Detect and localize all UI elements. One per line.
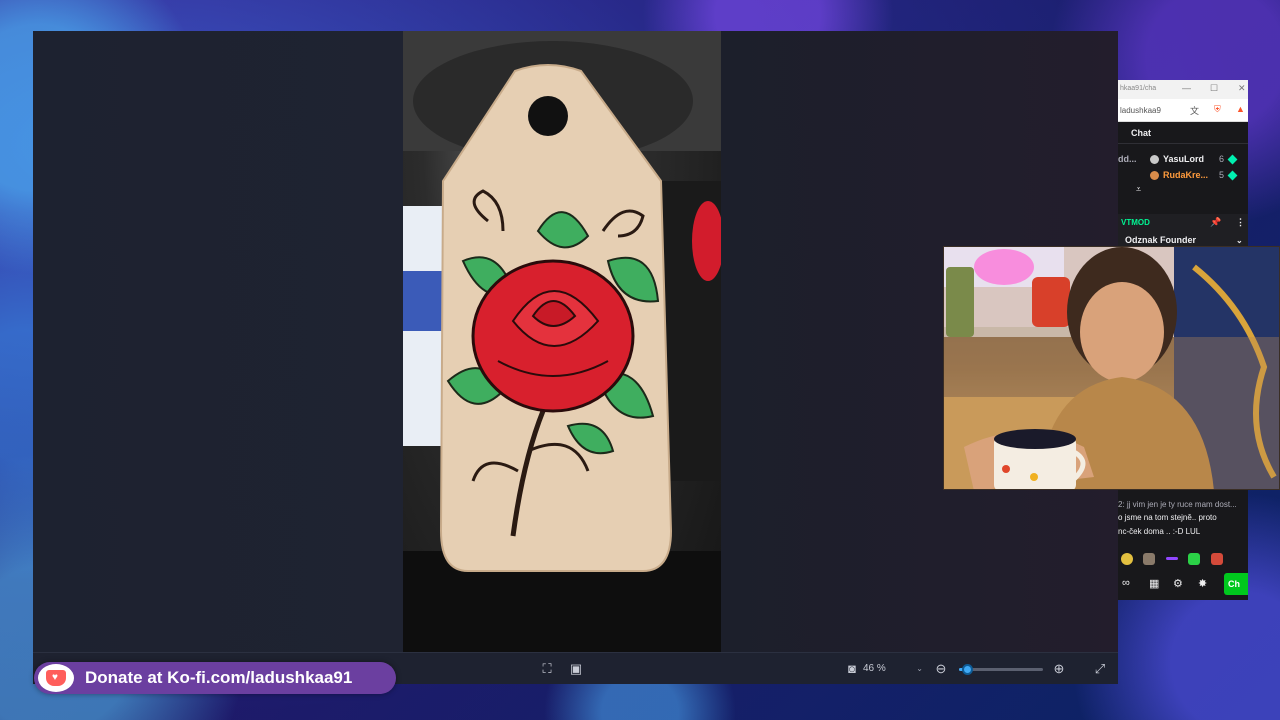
emote-bar: [1121, 550, 1229, 565]
gem-icon: [1227, 170, 1238, 181]
more-options-icon[interactable]: ⋮: [1236, 217, 1245, 228]
chat-title-url: hkaa91/cha: [1120, 85, 1157, 92]
brave-shield-icon[interactable]: ⛨: [1214, 104, 1221, 115]
emote-icon[interactable]: [1143, 552, 1156, 565]
user-list: dd... YasuLord 6 RudaKre... 5 ⩡: [1118, 152, 1248, 196]
fit-screen-icon[interactable]: ⛶: [538, 660, 556, 678]
chat-titlebar: hkaa91/cha — ☐ ✕: [1118, 80, 1248, 99]
user-badge-icon: [1150, 155, 1159, 164]
zoom-in-icon[interactable]: ⊕: [1050, 660, 1068, 678]
zoom-out-icon[interactable]: ⊖: [932, 660, 950, 678]
chat-user-row[interactable]: RudaKre... 5: [1118, 168, 1248, 184]
mod-bar: VTMOD 📌 ⋮: [1118, 214, 1248, 232]
pin-icon[interactable]: 📌: [1210, 217, 1221, 228]
user-name: RudaKre...: [1163, 170, 1209, 180]
close-icon[interactable]: ✕: [1238, 83, 1246, 94]
brave-rewards-icon[interactable]: ▲: [1236, 104, 1245, 114]
gear-icon[interactable]: ⚙: [1173, 577, 1183, 590]
user-prefix: dd...: [1118, 154, 1137, 164]
minimize-icon[interactable]: —: [1182, 83, 1191, 93]
mod-label: VTMOD: [1121, 218, 1150, 227]
chat-address: ladushkaa9: [1120, 106, 1161, 115]
chat-message: 2: jj vim jen je ty ruce mam dost...: [1118, 500, 1237, 509]
collapse-row[interactable]: ⩡: [1118, 184, 1248, 196]
heart-icon: ♥: [52, 672, 58, 683]
chat-send-button[interactable]: Ch: [1224, 573, 1248, 595]
founder-label: Odznak Founder: [1125, 235, 1197, 245]
zoom-select[interactable]: 46 % ⌄: [863, 659, 925, 679]
viewer-backdrop-left: [33, 31, 403, 652]
chat-message: o jsme na tom stejně.. proto: [1118, 513, 1217, 522]
donate-banner[interactable]: ♥ Donate at Ko-fi.com/ladushkaa91: [34, 662, 396, 694]
gift-icon[interactable]: ▦: [1149, 577, 1159, 590]
emote-icon[interactable]: [1165, 557, 1178, 561]
chevron-down-icon: ⌄: [1236, 236, 1243, 245]
translate-icon[interactable]: 文: [1190, 104, 1199, 117]
emote-icon[interactable]: [1210, 552, 1223, 565]
expand-icon[interactable]: ⤢: [1091, 660, 1109, 678]
zoom-value: 46 %: [863, 663, 886, 674]
emote-icon[interactable]: [1121, 552, 1133, 565]
zoom-slider[interactable]: [959, 664, 1043, 675]
photo-keychain-rose: [403, 31, 721, 652]
emote-icon[interactable]: [1188, 552, 1201, 565]
user-count: 5: [1219, 170, 1225, 180]
maximize-icon[interactable]: ☐: [1210, 83, 1218, 94]
link-icon[interactable]: ∞: [1122, 577, 1130, 589]
chat-user-row[interactable]: dd... YasuLord 6: [1118, 152, 1248, 168]
chat-message: nc-ček doma .. :-D LUL: [1118, 527, 1201, 536]
user-name: YasuLord: [1163, 154, 1205, 164]
chat-header: Chat: [1118, 122, 1248, 144]
screenshot-icon[interactable]: ▣: [567, 660, 585, 678]
collapse-icon[interactable]: ⩡: [1136, 184, 1141, 195]
donate-text: Donate at Ko-fi.com/ladushkaa91: [85, 668, 353, 687]
gem-icon: [1227, 154, 1238, 165]
kofi-icon: ♥: [38, 664, 74, 692]
chat-input-bar: ∞ ▦ ⚙ ✸ Ch: [1118, 573, 1248, 597]
user-count: 6: [1219, 154, 1225, 164]
snapshot-icon[interactable]: ◙: [843, 660, 861, 678]
zoom-slider-knob[interactable]: [962, 664, 974, 675]
badge-icon[interactable]: ✸: [1198, 577, 1207, 590]
user-badge-icon: [1150, 171, 1159, 180]
chat-address-bar[interactable]: ladushkaa9 文 ⛨ ▲: [1118, 99, 1248, 122]
webcam-feed: [943, 246, 1280, 490]
chevron-down-icon: ⌄: [916, 664, 923, 673]
